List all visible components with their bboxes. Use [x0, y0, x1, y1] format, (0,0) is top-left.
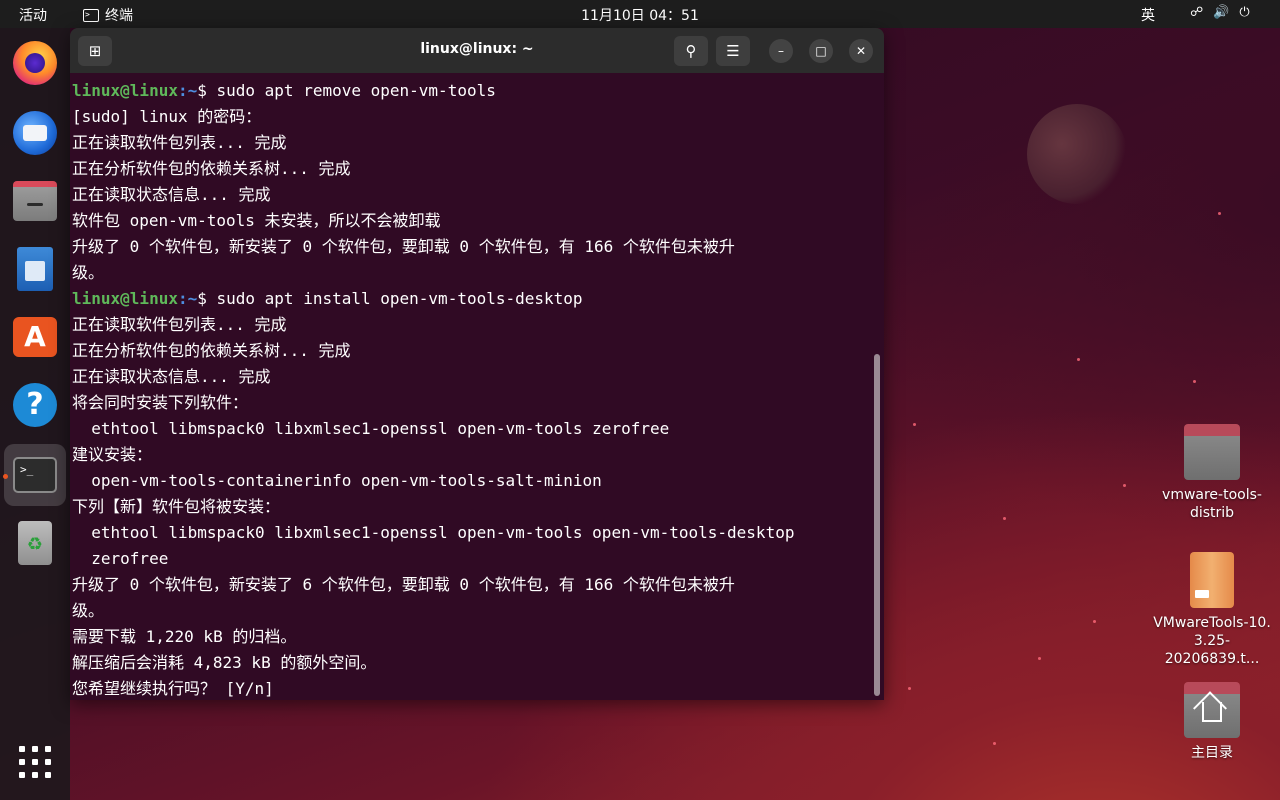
prompt-command: $ sudo apt remove open-vm-tools	[197, 81, 496, 100]
terminal-line: 级。	[72, 601, 105, 620]
hamburger-icon: ☰	[726, 42, 740, 60]
app-center-icon: A	[13, 317, 57, 357]
terminal-output[interactable]: linux@linux:~$ sudo apt remove open-vm-t…	[70, 73, 884, 700]
terminal-icon: >_	[13, 457, 57, 493]
terminal-line: ethtool libmspack0 libxmlsec1-openssl op…	[72, 523, 795, 542]
window-title: linux@linux: ~	[420, 41, 534, 57]
terminal-line: 正在读取状态信息... 完成	[72, 185, 271, 204]
volume-icon: 🔊	[1213, 5, 1230, 20]
terminal-line: 升级了 0 个软件包，新安装了 0 个软件包，要卸载 0 个软件包，有 166 …	[72, 237, 735, 256]
system-tray[interactable]: ☍ 🔊 ⏻	[1190, 5, 1250, 20]
dock-item-app-center[interactable]: A	[10, 312, 60, 362]
desktop-item-vmware-tools-distrib[interactable]: vmware-tools- distrib	[1147, 424, 1277, 522]
clock[interactable]: 11月10日 04：51	[0, 5, 1280, 25]
dock-item-terminal[interactable]: >_	[4, 444, 66, 506]
wallpaper-moon	[1027, 104, 1127, 204]
network-icon: ☍	[1190, 5, 1204, 20]
top-bar: 活动 > 终端 11月10日 04：51 英 ☍ 🔊 ⏻	[0, 0, 1280, 28]
minimize-button[interactable]: –	[769, 39, 793, 63]
scrollbar[interactable]	[874, 354, 880, 696]
terminal-line: 建议安装：	[72, 445, 153, 464]
terminal-line: 正在读取软件包列表... 完成	[72, 315, 287, 334]
home-folder-icon	[1184, 682, 1240, 738]
dock-item-files[interactable]	[10, 176, 60, 226]
terminal-line: 升级了 0 个软件包，新安装了 6 个软件包，要卸载 0 个软件包，有 166 …	[72, 575, 735, 594]
running-indicator	[3, 474, 8, 479]
wallpaper-star	[1003, 517, 1006, 520]
prompt-user: linux@linux	[72, 81, 178, 100]
prompt-path: :~	[177, 81, 198, 100]
close-button[interactable]: ✕	[849, 39, 873, 63]
wallpaper-star	[1093, 620, 1096, 623]
dock-item-thunderbird[interactable]	[10, 108, 60, 158]
maximize-button[interactable]: □	[809, 39, 833, 63]
prompt-user: linux@linux	[72, 289, 178, 308]
terminal-line: 软件包 open-vm-tools 未安装，所以不会被卸载	[72, 211, 441, 230]
terminal-line: ethtool libmspack0 libxmlsec1-openssl op…	[72, 419, 670, 438]
terminal-line: 下列【新】软件包将被安装：	[72, 497, 281, 516]
dock: A ? >_ ♻	[0, 28, 70, 800]
terminal-line: zerofree	[72, 549, 169, 568]
dock-item-trash[interactable]: ♻	[10, 518, 60, 568]
terminal-line: 解压缩后会消耗 4,823 kB 的额外空间。	[72, 653, 377, 672]
desktop-item-label: 主目录	[1191, 745, 1233, 761]
terminal-line: 正在读取状态信息... 完成	[72, 367, 271, 386]
wallpaper-star	[908, 687, 911, 690]
terminal-line: 需要下载 1,220 kB 的归档。	[72, 627, 297, 646]
search-button[interactable]: ⚲	[674, 36, 708, 66]
desktop-item-label: VMwareTools-10. 3.25-20206839.t...	[1153, 615, 1271, 667]
help-icon: ?	[13, 383, 57, 427]
show-apps-icon[interactable]	[19, 746, 51, 778]
terminal-headerbar[interactable]: ⊞ linux@linux: ~ ⚲ ☰ – □ ✕	[70, 28, 884, 73]
close-icon: ✕	[855, 44, 867, 58]
prompt-path: :~	[177, 289, 198, 308]
terminal-line: open-vm-tools-containerinfo open-vm-tool…	[72, 471, 602, 490]
menu-button[interactable]: ☰	[716, 36, 750, 66]
folder-icon	[1184, 424, 1240, 480]
terminal-window[interactable]: ⊞ linux@linux: ~ ⚲ ☰ – □ ✕ linux@linux:~…	[70, 28, 884, 700]
search-icon: ⚲	[685, 42, 697, 60]
prompt-command: $ sudo apt install open-vm-tools-desktop	[197, 289, 583, 308]
terminal-line: 您希望继续执行吗？ [Y/n]	[72, 679, 274, 698]
terminal-line: 正在分析软件包的依赖关系树... 完成	[72, 159, 351, 178]
terminal-line: 将会同时安装下列软件：	[72, 393, 249, 412]
archive-icon	[1190, 552, 1234, 608]
writer-icon	[17, 247, 53, 291]
terminal-line: 正在分析软件包的依赖关系树... 完成	[72, 341, 351, 360]
terminal-line: [sudo] linux 的密码：	[72, 107, 262, 126]
desktop-item-label: vmware-tools- distrib	[1162, 487, 1262, 521]
terminal-line: linux@linux:~$ sudo apt remove open-vm-t…	[72, 78, 884, 104]
power-icon: ⏻	[1239, 5, 1250, 20]
wallpaper-star	[1218, 212, 1221, 215]
dock-item-help[interactable]: ?	[10, 380, 60, 430]
terminal-line: 级。	[72, 263, 105, 282]
dock-item-firefox[interactable]	[10, 38, 60, 88]
terminal-line: linux@linux:~$ sudo apt install open-vm-…	[72, 286, 884, 312]
wallpaper-star	[913, 423, 916, 426]
files-icon	[13, 181, 57, 221]
minimize-icon: –	[778, 44, 784, 58]
trash-icon: ♻	[18, 521, 52, 565]
thunderbird-icon	[13, 111, 57, 155]
wallpaper-star	[1077, 358, 1080, 361]
wallpaper-star	[993, 742, 996, 745]
firefox-icon	[13, 41, 57, 85]
dock-item-writer[interactable]	[10, 244, 60, 294]
desktop-item-vmware-tools-archive[interactable]: VMwareTools-10. 3.25-20206839.t...	[1147, 552, 1277, 668]
terminal-line: 正在读取软件包列表... 完成	[72, 133, 287, 152]
wallpaper-star	[1038, 657, 1041, 660]
wallpaper-star	[1123, 484, 1126, 487]
input-method-indicator[interactable]: 英	[1141, 5, 1155, 25]
desktop-item-home[interactable]: 主目录	[1147, 682, 1277, 762]
wallpaper-star	[1193, 380, 1196, 383]
maximize-icon: □	[815, 44, 827, 58]
